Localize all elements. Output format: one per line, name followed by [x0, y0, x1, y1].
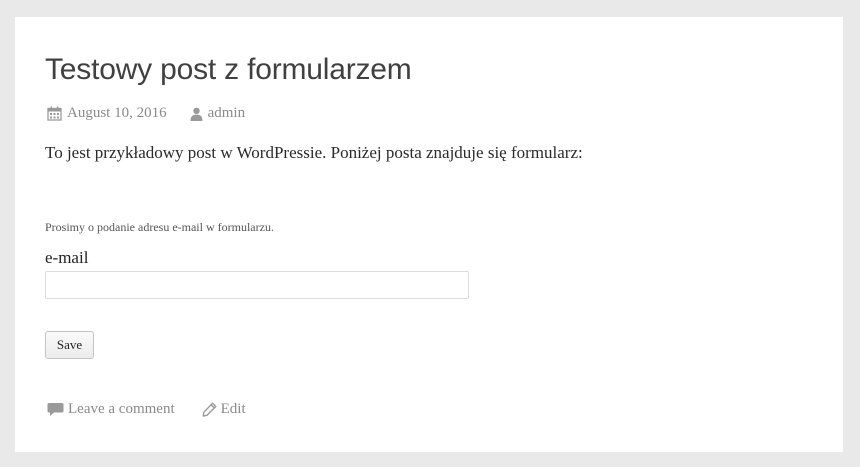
edit-link[interactable]: Edit — [202, 401, 246, 418]
email-label: e-mail — [45, 248, 89, 267]
post-footer: Leave a comment Edit — [47, 401, 246, 418]
leave-comment-label: Leave a comment — [68, 401, 175, 417]
post-card: Testowy post z formularzem August 10, 20… — [15, 17, 843, 452]
calendar-icon — [47, 106, 62, 121]
post-title[interactable]: Testowy post z formularzem — [45, 52, 412, 88]
save-button[interactable]: Save — [45, 331, 94, 359]
leave-comment-link[interactable]: Leave a comment — [47, 401, 175, 418]
edit-label: Edit — [220, 401, 246, 417]
post-author[interactable]: admin — [190, 105, 246, 122]
post-intro: To jest przykładowy post w WordPressie. … — [45, 143, 583, 162]
post-meta: August 10, 2016 admin — [47, 105, 245, 122]
email-field[interactable] — [45, 271, 469, 299]
speech-bubble-icon — [47, 403, 64, 416]
form-note: Prosimy o podanie adresu e-mail w formul… — [45, 220, 274, 234]
post-date[interactable]: August 10, 2016 — [47, 105, 167, 122]
user-icon — [190, 107, 203, 121]
post-author-name: admin — [207, 105, 246, 121]
pencil-icon — [202, 402, 217, 417]
post-date-text: August 10, 2016 — [67, 105, 167, 121]
